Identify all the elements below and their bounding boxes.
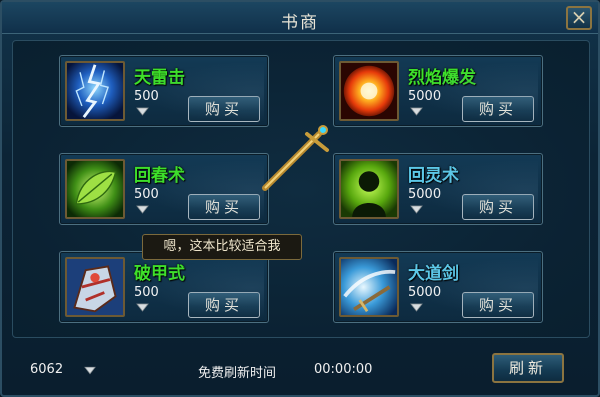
silver-coin-icon	[136, 205, 149, 214]
skill-price: 500	[134, 89, 159, 104]
skill-price: 5000	[408, 89, 442, 104]
buy-button[interactable]: 购买	[188, 194, 260, 220]
silver-coin-icon	[136, 107, 149, 116]
buy-button[interactable]: 购买	[462, 96, 534, 122]
footer-bar: 6062 免费刷新时间 00:00:00 刷新	[2, 342, 598, 397]
lightning-icon[interactable]	[65, 61, 125, 121]
flame-burst-icon[interactable]	[339, 61, 399, 121]
free-refresh-label: 免费刷新时间	[198, 366, 277, 381]
spirit-silhouette-icon[interactable]	[339, 159, 399, 219]
skill-name: 回春术	[134, 166, 185, 186]
skill-name: 大道剑	[408, 264, 459, 284]
silver-coin-icon	[136, 303, 149, 312]
buy-button[interactable]: 购买	[462, 194, 534, 220]
silver-coin-icon	[410, 205, 423, 214]
close-button[interactable]: ×	[566, 6, 592, 30]
skill-card-lieyanbaofa: 烈焰爆发 5000 购买	[333, 55, 543, 127]
refresh-button[interactable]: 刷新	[492, 353, 564, 383]
silver-balance: 6062	[30, 362, 64, 377]
buy-button[interactable]: 购买	[462, 292, 534, 318]
buy-button[interactable]: 购买	[188, 292, 260, 318]
skill-name: 破甲式	[134, 264, 185, 284]
skill-name: 回灵术	[408, 166, 459, 186]
skill-name: 天雷击	[134, 68, 185, 88]
skill-price: 5000	[408, 285, 442, 300]
skill-name: 烈焰爆发	[408, 68, 476, 88]
silver-coin-icon	[410, 107, 423, 116]
sword-cursor-icon	[262, 125, 329, 191]
window-title: 书商	[281, 13, 319, 33]
refresh-timer: 00:00:00	[314, 362, 373, 377]
silver-coin-icon	[410, 303, 423, 312]
skill-card-pojiashi: 破甲式 500 购买	[59, 251, 269, 323]
close-icon: ×	[570, 5, 588, 29]
skill-card-tianleiji: 天雷击 500 购买	[59, 55, 269, 127]
buy-button[interactable]: 购买	[188, 96, 260, 122]
skill-card-dadaojian: 大道剑 5000 购买	[333, 251, 543, 323]
bookseller-window: 书商 × 天雷击 500 购买 烈焰爆发 5000 购买 回春术 500 购买 …	[0, 0, 600, 397]
silver-coin-icon	[84, 366, 96, 375]
skill-price: 5000	[408, 187, 442, 202]
skill-card-huichunshu: 回春术 500 购买	[59, 153, 269, 225]
skill-price: 500	[134, 285, 159, 300]
skill-card-huilingshu: 回灵术 5000 购买	[333, 153, 543, 225]
sword-slash-icon[interactable]	[339, 257, 399, 317]
hint-bubble: 嗯，这本比较适合我	[142, 234, 302, 260]
armor-break-icon[interactable]	[65, 257, 125, 317]
title-bar: 书商 ×	[2, 2, 598, 34]
skill-price: 500	[134, 187, 159, 202]
leaf-icon[interactable]	[65, 159, 125, 219]
